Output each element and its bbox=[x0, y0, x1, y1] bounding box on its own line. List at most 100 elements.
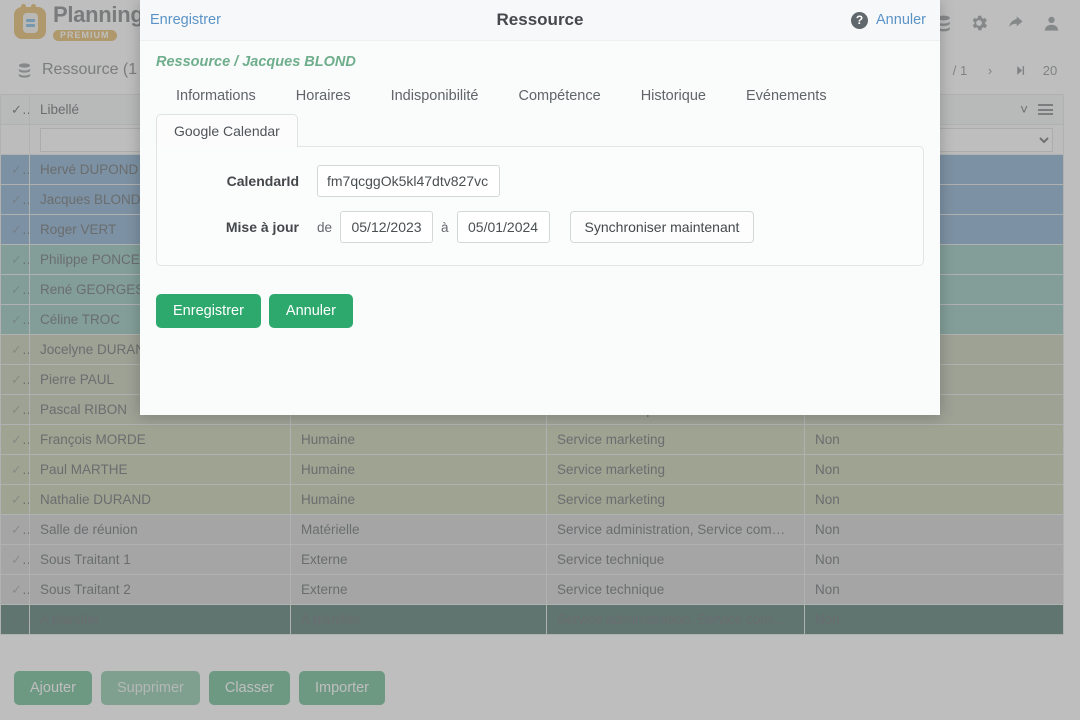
row-service: Service technique bbox=[546, 574, 805, 605]
table-row[interactable]: ✓ A planifier A planifier Service administr… bbox=[0, 604, 1064, 635]
modal-save-button[interactable]: Enregistrer bbox=[156, 294, 261, 328]
planning-logo-icon bbox=[14, 4, 46, 39]
next-page-button[interactable]: › bbox=[976, 56, 1004, 84]
row-checkbox[interactable]: ✓ bbox=[0, 454, 30, 485]
row-last: Non bbox=[804, 514, 1064, 545]
row-type: Humaine bbox=[290, 454, 547, 485]
google-calendar-panel: CalendarId Mise à jour de à Synchroniser… bbox=[156, 146, 924, 266]
table-row[interactable]: ✓ Paul MARTHE Humaine Service marketing Non bbox=[0, 454, 1064, 485]
row-service: Service marketing bbox=[546, 424, 805, 455]
row-service: Service technique bbox=[546, 544, 805, 575]
calendar-id-row: CalendarId bbox=[177, 165, 903, 197]
row-type: A planifier bbox=[290, 604, 547, 635]
row-label: François MORDE bbox=[29, 424, 291, 455]
row-last: Non bbox=[804, 544, 1064, 575]
screen: Planning PREMIUM Ressource (1 / 1 › 20 ✓… bbox=[0, 0, 1080, 720]
add-button[interactable]: Ajouter bbox=[14, 671, 92, 705]
sync-now-button[interactable]: Synchroniser maintenant bbox=[569, 211, 755, 243]
row-type: Externe bbox=[290, 544, 547, 575]
top-bar-actions bbox=[928, 8, 1080, 38]
row-label: Salle de réunion bbox=[29, 514, 291, 545]
row-last: Non bbox=[804, 484, 1064, 515]
row-checkbox[interactable]: ✓ bbox=[0, 154, 30, 185]
help-icon[interactable]: ? bbox=[851, 11, 869, 29]
row-label: Sous Traitant 2 bbox=[29, 574, 291, 605]
calendar-id-label: CalendarId bbox=[226, 173, 299, 189]
modal-subtabs: Google Calendar bbox=[140, 108, 940, 147]
row-checkbox[interactable]: ✓ bbox=[0, 394, 30, 425]
bottom-toolbar: Ajouter Supprimer Classer Importer bbox=[0, 656, 1080, 720]
row-checkbox[interactable]: ✓ bbox=[0, 184, 30, 215]
row-last: Non bbox=[804, 454, 1064, 485]
row-type: Humaine bbox=[290, 484, 547, 515]
share-icon[interactable] bbox=[1000, 8, 1030, 38]
gear-icon[interactable] bbox=[964, 8, 994, 38]
tab-horaires[interactable]: Horaires bbox=[276, 84, 371, 108]
table-row[interactable]: ✓ Sous Traitant 1 Externe Service technique… bbox=[0, 544, 1064, 575]
hamburger-menu-icon[interactable] bbox=[1038, 104, 1053, 115]
row-service: Service administration, Service comm… bbox=[546, 514, 805, 545]
row-checkbox[interactable]: ✓ bbox=[0, 424, 30, 455]
modal-header: Enregistrer Ressource ? Annuler bbox=[140, 0, 940, 41]
tab-ev-nements[interactable]: Evénements bbox=[726, 84, 847, 108]
table-row[interactable]: ✓ Salle de réunion Matérielle Service admin… bbox=[0, 514, 1064, 545]
modal-cancel-link[interactable]: Annuler bbox=[876, 12, 926, 28]
row-service: Service marketing bbox=[546, 454, 805, 485]
row-service: Service marketing bbox=[546, 484, 805, 515]
row-label: A planifier bbox=[29, 604, 291, 635]
row-checkbox[interactable]: ✓ bbox=[0, 544, 30, 575]
row-checkbox[interactable]: ✓ bbox=[0, 514, 30, 545]
tab-comp-tence[interactable]: Compétence bbox=[498, 84, 620, 108]
row-checkbox[interactable]: ✓ bbox=[0, 274, 30, 305]
tab-informations[interactable]: Informations bbox=[156, 84, 276, 108]
filter-check-cell bbox=[0, 124, 30, 155]
row-checkbox[interactable]: ✓ bbox=[0, 484, 30, 515]
row-type: Humaine bbox=[290, 424, 547, 455]
module-title-label: Ressource (1 bbox=[42, 61, 138, 78]
row-checkbox[interactable]: ✓ bbox=[0, 364, 30, 395]
table-row[interactable]: ✓ Sous Traitant 2 Externe Service technique… bbox=[0, 574, 1064, 605]
modal-cancel-button[interactable]: Annuler bbox=[268, 294, 353, 328]
row-checkbox[interactable]: ✓ bbox=[0, 214, 30, 245]
tab-google-calendar[interactable]: Google Calendar bbox=[156, 114, 298, 147]
resource-modal: Enregistrer Ressource ? Annuler Ressourc… bbox=[140, 0, 940, 415]
row-label: Sous Traitant 1 bbox=[29, 544, 291, 575]
select-all-checkbox[interactable]: ✓ bbox=[0, 94, 30, 125]
date-to-input[interactable] bbox=[456, 211, 550, 243]
row-checkbox[interactable]: ✓ bbox=[0, 574, 30, 605]
row-checkbox[interactable]: ✓ bbox=[0, 244, 30, 275]
date-from-input[interactable] bbox=[340, 211, 434, 243]
row-last: Non bbox=[804, 424, 1064, 455]
calendar-id-input[interactable] bbox=[317, 165, 500, 197]
row-checkbox[interactable]: ✓ bbox=[0, 604, 30, 635]
brand-name: Planning bbox=[53, 2, 144, 27]
tab-indisponibilit-[interactable]: Indisponibilité bbox=[371, 84, 499, 108]
resource-database-icon bbox=[16, 62, 33, 79]
row-last: Non bbox=[804, 574, 1064, 605]
to-word: à bbox=[441, 219, 449, 235]
modal-save-link[interactable]: Enregistrer bbox=[140, 12, 221, 28]
page-total-label: / 1 bbox=[952, 62, 968, 78]
row-type: Externe bbox=[290, 574, 547, 605]
page-size-select[interactable]: 20 bbox=[1036, 56, 1064, 84]
row-label: Paul MARTHE bbox=[29, 454, 291, 485]
table-row[interactable]: ✓ Nathalie DURAND Humaine Service marketing… bbox=[0, 484, 1064, 515]
tab-historique[interactable]: Historique bbox=[621, 84, 726, 108]
update-row: Mise à jour de à Synchroniser maintenant bbox=[177, 211, 903, 243]
classify-button[interactable]: Classer bbox=[208, 671, 290, 705]
last-page-button[interactable] bbox=[1006, 56, 1034, 84]
delete-button[interactable]: Supprimer bbox=[100, 671, 200, 705]
import-button[interactable]: Importer bbox=[299, 671, 385, 705]
table-row[interactable]: ✓ François MORDE Humaine Service marketing N… bbox=[0, 424, 1064, 455]
row-service: Service administration, Service comm… bbox=[546, 604, 805, 635]
pagination: / 1 › 20 bbox=[946, 56, 1080, 84]
module-title: Ressource (1 bbox=[0, 61, 137, 79]
from-word: de bbox=[317, 219, 333, 235]
user-icon[interactable] bbox=[1036, 8, 1066, 38]
row-checkbox[interactable]: ✓ bbox=[0, 334, 30, 365]
row-checkbox[interactable]: ✓ bbox=[0, 304, 30, 335]
breadcrumb: Ressource / Jacques BLOND bbox=[156, 54, 356, 70]
update-label: Mise à jour bbox=[225, 219, 299, 235]
chevron-down-icon[interactable]: ˅ bbox=[1020, 102, 1028, 117]
modal-tabs: Informations Horaires Indisponibilité Compé… bbox=[140, 70, 940, 108]
